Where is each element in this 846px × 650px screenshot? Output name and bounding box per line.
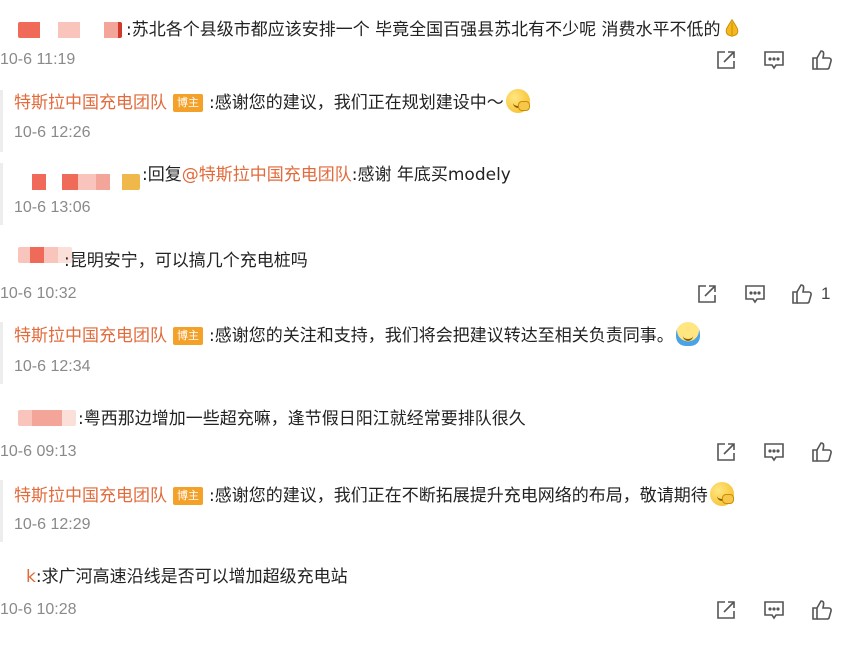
mention-link[interactable]: @特斯拉中国充电团队: [182, 165, 352, 185]
shushing-face-icon: [505, 89, 530, 113]
comment-text: :昆明安宁，可以搞几个充电桩吗: [64, 251, 308, 271]
comment-timestamp: 10-6 10:28: [0, 601, 77, 618]
comment-timestamp: 10-6 11:19: [0, 51, 76, 68]
thread-bar: [0, 163, 3, 225]
blogger-badge: 博主: [173, 94, 203, 112]
author-link[interactable]: 特斯拉中国充电团队: [14, 93, 167, 113]
share-icon[interactable]: [714, 598, 738, 622]
reply-3: 特斯拉中国充电团队 博主:感谢您的关注和支持，我们将会把建议转达至相关负责同事。: [14, 322, 700, 347]
comment-text: :苏北各个县级市都应该安排一个 毕竟全国百强县苏北有不少呢 消费水平不低的: [126, 17, 743, 41]
blurred-username: [18, 410, 76, 426]
comment-text: k:求广河高速沿线是否可以增加超级充电站: [26, 567, 348, 587]
like-icon[interactable]: [810, 48, 834, 72]
blurred-username: [30, 174, 140, 190]
author-link[interactable]: 特斯拉中国充电团队: [14, 486, 167, 506]
reply-4: 特斯拉中国充电团队 博主:感谢您的建议，我们正在不断拓展提升充电网络的布局，敬请期…: [14, 482, 734, 507]
like-icon[interactable]: [790, 282, 814, 306]
shushing-face-icon: [709, 482, 734, 506]
comment-icon[interactable]: [762, 48, 786, 72]
reply-timestamp: 10-6 12:34: [14, 358, 91, 375]
reply-timestamp: 10-6 13:06: [14, 199, 91, 216]
folded-hands-icon: [725, 18, 738, 37]
like-icon[interactable]: [810, 440, 834, 464]
blogger-badge: 博主: [173, 487, 203, 505]
comment-timestamp: 10-6 10:32: [0, 285, 77, 302]
share-icon[interactable]: [714, 440, 738, 464]
thread-bar: [0, 90, 3, 152]
reply-timestamp: 10-6 12:29: [14, 516, 91, 533]
comment-icon[interactable]: [743, 282, 767, 306]
comment-icon[interactable]: [762, 440, 786, 464]
like-count: 1: [821, 284, 831, 303]
person-emoji-icon: [675, 322, 700, 346]
reply-timestamp: 10-6 12:26: [14, 124, 91, 141]
thread-bar: [0, 322, 3, 384]
blogger-badge: 博主: [173, 327, 203, 345]
comment-icon[interactable]: [762, 598, 786, 622]
like-icon[interactable]: [810, 598, 834, 622]
share-icon[interactable]: [695, 282, 719, 306]
share-icon[interactable]: [714, 48, 738, 72]
comment-text: :粤西那边增加一些超充嘛，逢节假日阳江就经常要排队很久: [78, 409, 526, 429]
username-fragment[interactable]: k: [26, 567, 36, 587]
author-link[interactable]: 特斯拉中国充电团队: [14, 326, 167, 346]
comment-timestamp: 10-6 09:13: [0, 443, 77, 460]
reply-2: :回复@特斯拉中国充电团队:感谢 年底买modely: [142, 165, 511, 185]
reply-1: 特斯拉中国充电团队 博主:感谢您的建议，我们正在规划建设中～: [14, 89, 530, 114]
thread-bar: [0, 480, 3, 542]
blurred-username: [18, 22, 122, 38]
